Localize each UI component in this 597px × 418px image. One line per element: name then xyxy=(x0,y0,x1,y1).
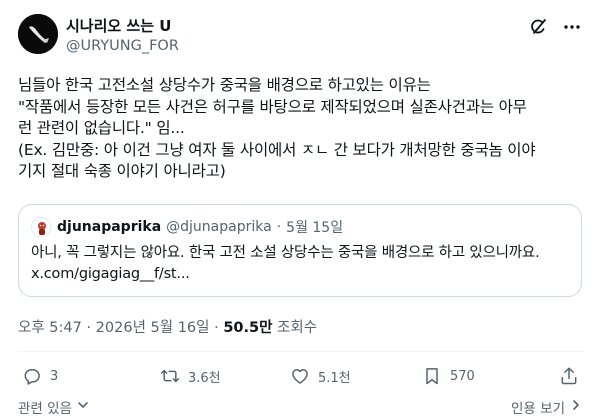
quote-header: djunapaprika @djunapaprika · 5월 15일 xyxy=(31,217,569,237)
tweet-text: 님들아 한국 고전소설 상당수가 중국을 배경으로 하고있는 이유는 "작품에서… xyxy=(18,75,583,183)
tweet-line: "작품에서 등장한 모든 사건은 허구를 바탕으로 제작되었으며 실존사건과는 … xyxy=(18,97,527,116)
author-avatar[interactable] xyxy=(18,14,58,54)
repost-button[interactable]: 3.6천 xyxy=(160,363,221,389)
like-count: 5.1천 xyxy=(318,370,351,386)
divider xyxy=(18,351,583,352)
share-button[interactable] xyxy=(559,363,579,389)
share-icon xyxy=(559,366,579,386)
more-icon[interactable] xyxy=(561,16,583,38)
author-name[interactable]: 시나리오 쓰는 U xyxy=(66,16,171,36)
view-quotes-link[interactable]: 인용 보기 xyxy=(511,397,583,417)
repost-count: 3.6천 xyxy=(188,370,221,386)
tweet-line: 님들아 한국 고전소설 상당수가 중국을 배경으로 하고있는 이유는 xyxy=(18,76,431,94)
chevron-right-icon xyxy=(569,398,583,416)
related-label: 관련 있음 xyxy=(18,401,72,417)
chevron-down-icon xyxy=(76,398,90,416)
related-toggle[interactable]: 관련 있음 xyxy=(18,397,90,417)
heart-icon xyxy=(290,366,310,386)
tweet-line: (Ex. 김만중: 아 이건 그냥 여자 둘 사이에서 ㅈㄴ 간 보다가 개처망… xyxy=(18,140,536,159)
view-count: 50.5만 xyxy=(223,320,273,336)
tweet-line: 기지 절대 숙종 이야기 아니라고) xyxy=(18,162,226,180)
quote-date[interactable]: 5월 15일 xyxy=(286,217,343,237)
author-handle[interactable]: @URYUNG_FOR xyxy=(66,36,179,56)
tweet-header: 시나리오 쓰는 U @URYUNG_FOR xyxy=(18,14,583,62)
tweet-line: 런 관련이 없습니다." 임... xyxy=(18,119,185,137)
quote-separator: · xyxy=(276,219,282,235)
action-bar: 3 3.6천 5.1천 570 xyxy=(18,363,583,389)
top-icons xyxy=(527,16,583,38)
reply-icon xyxy=(22,366,42,386)
quote-author-name[interactable]: djunapaprika xyxy=(57,219,161,235)
tweet-meta: 오후 5:47 · 2026년 5월 16일 · 50.5만 조회수 xyxy=(18,316,317,337)
grok-icon[interactable] xyxy=(527,16,549,38)
quote-text: 아니, 꼭 그렇지는 않아요. 한국 고전 소설 상당수는 중국을 배경으로 하… xyxy=(31,243,569,285)
repost-icon xyxy=(160,366,180,386)
quote-author-handle[interactable]: @djunapaprika xyxy=(166,219,272,235)
footer: 관련 있음 인용 보기 xyxy=(18,397,583,417)
bookmark-button[interactable]: 570 xyxy=(422,363,475,389)
bookmark-icon xyxy=(422,366,442,386)
like-button[interactable]: 5.1천 xyxy=(290,363,351,389)
bookmark-count: 570 xyxy=(450,368,475,384)
reply-count: 3 xyxy=(50,368,59,384)
view-quotes-label: 인용 보기 xyxy=(511,401,565,417)
quote-link[interactable]: x.com/gigagiag__f/st... xyxy=(31,264,569,285)
quote-avatar[interactable] xyxy=(31,217,51,237)
reply-button[interactable]: 3 xyxy=(22,363,58,389)
view-label: 조회수 xyxy=(272,320,318,336)
timestamp[interactable]: 오후 5:47 · 2026년 5월 16일 · xyxy=(18,320,223,336)
quoted-tweet[interactable]: djunapaprika @djunapaprika · 5월 15일 아니, … xyxy=(18,204,582,297)
quote-line: 아니, 꼭 그렇지는 않아요. 한국 고전 소설 상당수는 중국을 배경으로 하… xyxy=(31,245,540,261)
